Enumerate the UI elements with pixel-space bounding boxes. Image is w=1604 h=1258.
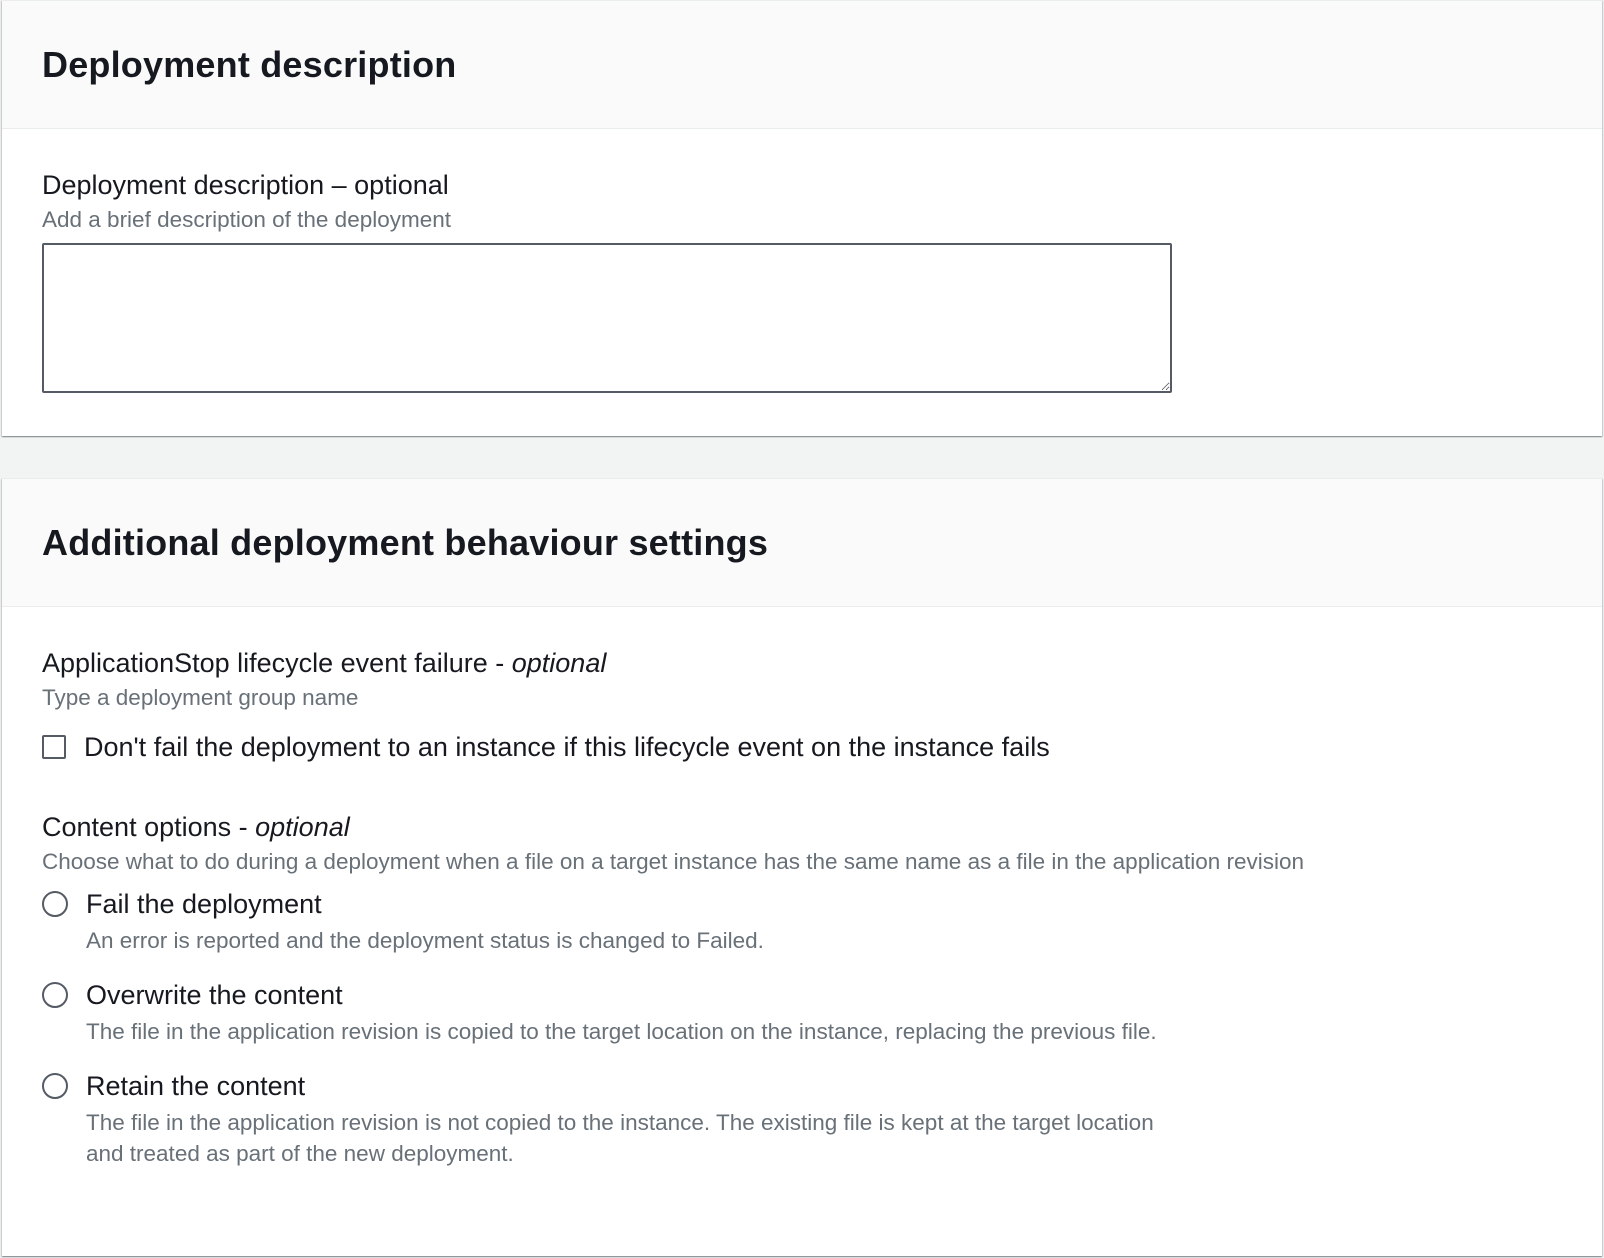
radio-title[interactable]: Retain the content (86, 1067, 1176, 1105)
radio-title[interactable]: Fail the deployment (86, 885, 1176, 923)
radio-description: An error is reported and the deployment … (86, 928, 764, 953)
panel-title: Deployment description (42, 43, 457, 85)
panel-title: Additional deployment behaviour settings (42, 521, 769, 563)
radio-description: The file in the application revision is … (86, 1019, 1157, 1044)
radio-option-retain[interactable]: Retain the content The file in the appli… (42, 1067, 1562, 1169)
content-options-label: Content options - optional (42, 809, 1562, 845)
description-field-hint: Add a brief description of the deploymen… (42, 207, 451, 232)
content-options-label-text: Content options - (42, 812, 256, 842)
radio-text: Retain the content The file in the appli… (86, 1067, 1176, 1169)
panel-body: ApplicationStop lifecycle event failure … (2, 607, 1602, 1169)
radio-text: Fail the deployment An error is reported… (86, 885, 1176, 956)
application-stop-checkbox-label[interactable]: Don't fail the deployment to an instance… (84, 729, 1050, 765)
content-options-radio-group: Fail the deployment An error is reported… (42, 885, 1562, 1169)
application-stop-hint: Type a deployment group name (42, 685, 359, 710)
panel-body: Deployment description – optional Add a … (2, 129, 1602, 393)
radio-button[interactable] (42, 891, 68, 917)
optional-tag: optional (511, 648, 607, 678)
radio-button[interactable] (42, 982, 68, 1008)
panel-header: Deployment description (2, 1, 1602, 129)
radio-option-overwrite[interactable]: Overwrite the content The file in the ap… (42, 976, 1562, 1047)
application-stop-checkbox-row[interactable]: Don't fail the deployment to an instance… (42, 729, 1562, 765)
deployment-description-panel: Deployment description Deployment descri… (2, 0, 1602, 436)
radio-text: Overwrite the content The file in the ap… (86, 976, 1176, 1047)
application-stop-label-text: ApplicationStop lifecycle event failure … (42, 648, 512, 678)
description-field-label: Deployment description – optional (42, 170, 449, 200)
application-stop-label: ApplicationStop lifecycle event failure … (42, 645, 1562, 681)
application-stop-checkbox[interactable] (42, 735, 66, 759)
radio-description: The file in the application revision is … (86, 1110, 1154, 1166)
radio-title[interactable]: Overwrite the content (86, 976, 1176, 1014)
radio-option-fail[interactable]: Fail the deployment An error is reported… (42, 885, 1562, 956)
panel-header: Additional deployment behaviour settings (2, 479, 1602, 607)
optional-tag: optional (255, 812, 350, 842)
content-options-hint: Choose what to do during a deployment wh… (42, 849, 1305, 874)
deployment-description-textarea[interactable] (42, 243, 1172, 393)
radio-button[interactable] (42, 1073, 68, 1099)
additional-settings-panel: Additional deployment behaviour settings… (2, 478, 1602, 1256)
